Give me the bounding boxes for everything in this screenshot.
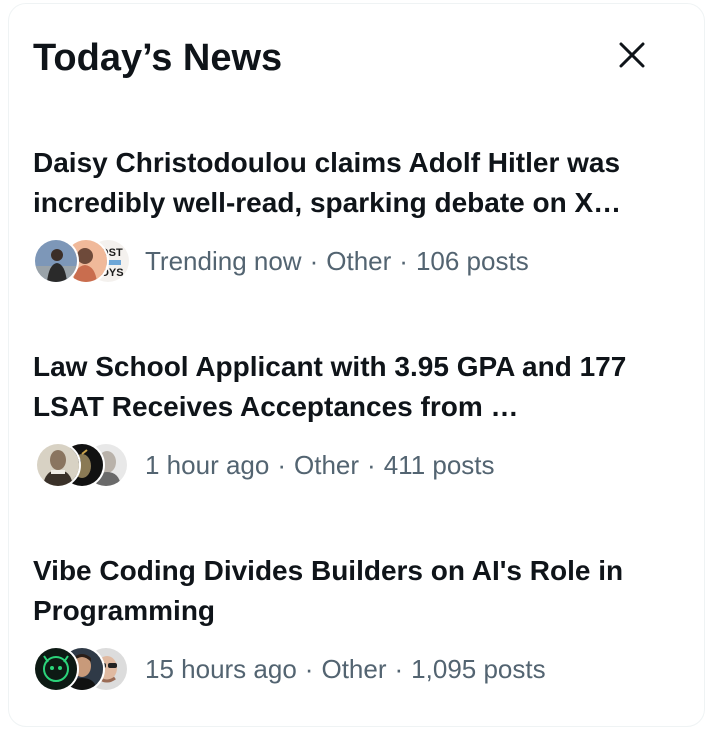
panel-title: Today’s News — [33, 37, 283, 79]
news-meta-text: 1 hour ago · Other · 411 posts — [145, 450, 495, 481]
avatar — [33, 238, 79, 284]
avatar-group — [33, 645, 133, 693]
news-meta: LOST BOYS Trending now · Other · 106 posts — [33, 237, 673, 285]
news-posts-count: 106 posts — [415, 245, 529, 276]
news-meta: 15 hours ago · Other · 1,095 posts — [33, 645, 673, 693]
news-headline: Daisy Christodoulou claims Adolf Hitler … — [33, 147, 622, 218]
news-posts-count: 411 posts — [383, 449, 495, 480]
close-button[interactable] — [606, 29, 658, 81]
news-category: Other — [321, 653, 387, 684]
news-meta: 1 hour ago · Other · 411 posts — [33, 441, 673, 489]
avatar-group: LOST BOYS — [33, 237, 133, 285]
news-category: Other — [326, 245, 392, 276]
news-headline: Vibe Coding Divides Builders on AI's Rol… — [33, 555, 624, 626]
news-time: 1 hour ago — [145, 449, 270, 480]
separator: · — [394, 653, 404, 684]
news-item[interactable]: Daisy Christodoulou claims Adolf Hitler … — [33, 143, 673, 285]
avatar — [35, 442, 81, 488]
news-time: Trending now — [145, 245, 302, 276]
avatar — [33, 646, 79, 692]
avatar-group — [33, 441, 133, 489]
close-icon — [619, 42, 645, 68]
news-category: Other — [294, 449, 360, 480]
separator: · — [304, 653, 314, 684]
news-item[interactable]: Law School Applicant with 3.95 GPA and 1… — [33, 347, 673, 489]
news-meta-text: Trending now · Other · 106 posts — [145, 246, 529, 277]
separator: · — [277, 449, 286, 480]
news-meta-text: 15 hours ago · Other · 1,095 posts — [145, 654, 546, 685]
separator: · — [399, 245, 408, 276]
separator: · — [367, 449, 376, 480]
news-time: 15 hours ago — [145, 653, 297, 684]
news-posts-count: 1,095 posts — [411, 653, 546, 684]
separator: · — [309, 245, 319, 276]
news-item[interactable]: Vibe Coding Divides Builders on AI's Rol… — [33, 551, 673, 693]
news-headline: Law School Applicant with 3.95 GPA and 1… — [33, 351, 627, 422]
